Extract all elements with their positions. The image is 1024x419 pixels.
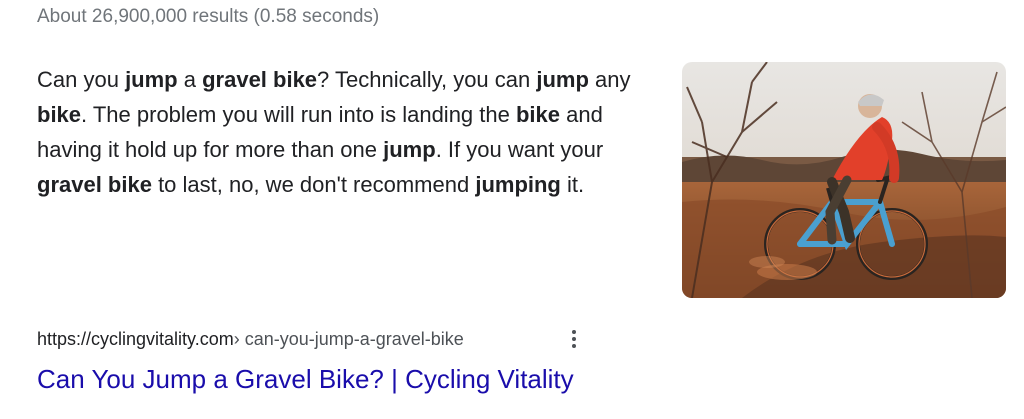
cyclist-photo bbox=[682, 62, 1006, 298]
snippet-highlight: jumping bbox=[475, 172, 561, 197]
snippet-text-run: . If you want your bbox=[435, 137, 604, 162]
snippet-text-run: any bbox=[588, 67, 631, 92]
snippet-text-run: a bbox=[177, 67, 203, 92]
result-title-link[interactable]: Can You Jump a Gravel Bike? | Cycling Vi… bbox=[37, 362, 574, 396]
snippet-thumbnail[interactable] bbox=[682, 62, 1006, 298]
snippet-text-run: ? Technically, you can bbox=[317, 67, 537, 92]
snippet-highlight: bike bbox=[37, 102, 82, 127]
snippet-highlight: gravel bike bbox=[37, 172, 152, 197]
result-url[interactable]: https://cyclingvitality.com › can-you-ju… bbox=[37, 327, 464, 351]
more-vert-icon[interactable] bbox=[560, 324, 588, 354]
snippet-text-run: . The problem you will run into is landi… bbox=[81, 102, 516, 127]
snippet-highlight: jump bbox=[383, 137, 436, 162]
result-breadcrumb-path: › can-you-jump-a-gravel-bike bbox=[233, 328, 464, 349]
snippet-highlight: gravel bike bbox=[202, 67, 318, 92]
snippet-highlight: jump bbox=[125, 67, 178, 92]
featured-snippet-text: Can you jump a gravel bike? Technically,… bbox=[37, 62, 662, 202]
snippet-text-run: it. bbox=[560, 172, 585, 197]
result-stats: About 26,900,000 results (0.58 seconds) bbox=[37, 6, 380, 27]
snippet-highlight: jump bbox=[536, 67, 589, 92]
result-domain: https://cyclingvitality.com bbox=[37, 328, 234, 349]
snippet-text-run: to last, no, we don't recommend bbox=[151, 172, 476, 197]
snippet-highlight: bike bbox=[515, 102, 561, 127]
snippet-text-run: Can you bbox=[37, 67, 126, 92]
